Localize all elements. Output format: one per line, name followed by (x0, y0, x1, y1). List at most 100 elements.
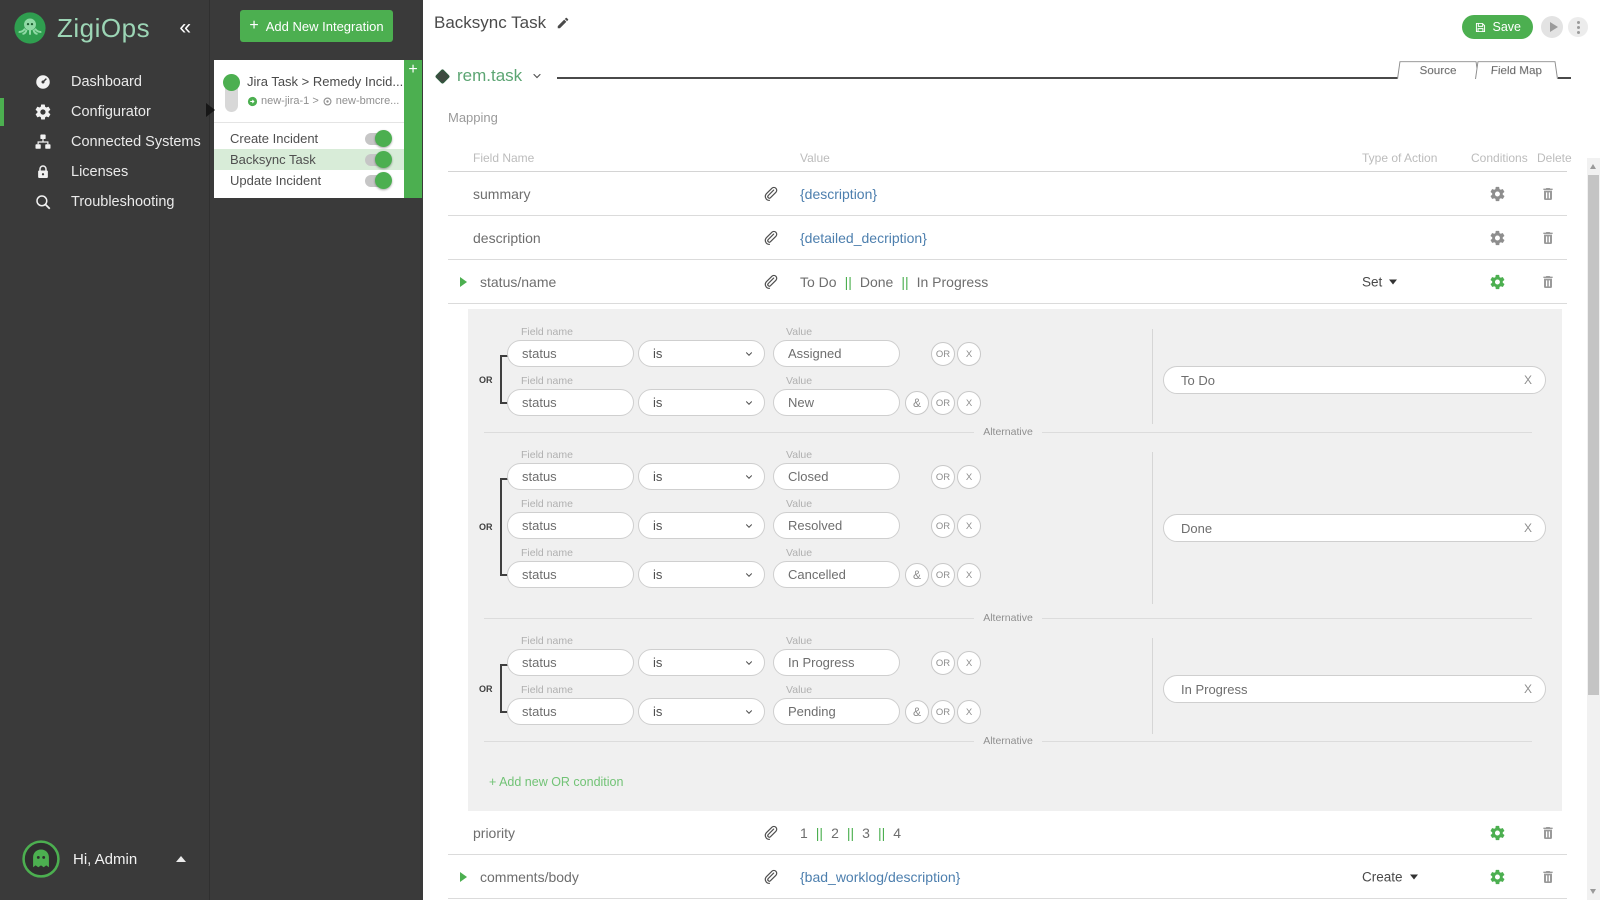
condition-field-input[interactable] (507, 389, 634, 416)
sidebar-item-dashboard[interactable]: Dashboard (0, 67, 209, 97)
condition-field-input[interactable] (507, 463, 634, 490)
integration-toggle[interactable] (225, 76, 238, 112)
toggle-create-incident[interactable] (365, 133, 390, 145)
or-button[interactable]: OR (931, 465, 955, 489)
condition-value-input[interactable] (773, 561, 900, 588)
delete-trash-icon[interactable] (1540, 274, 1556, 290)
result-value-pill[interactable]: Done X (1163, 514, 1546, 542)
and-button[interactable]: & (905, 563, 929, 587)
user-menu[interactable]: Hi, Admin (22, 840, 186, 878)
delete-trash-icon[interactable] (1540, 869, 1556, 885)
delete-trash-icon[interactable] (1540, 825, 1556, 841)
operator-select[interactable]: is (638, 512, 765, 539)
scrollbar-thumb[interactable] (1588, 175, 1599, 695)
condition-value-input[interactable] (773, 340, 900, 367)
type-of-action-dropdown[interactable]: Set (1362, 274, 1397, 289)
operator-select[interactable]: is (638, 389, 765, 416)
remove-rule-button[interactable]: X (957, 651, 981, 675)
value-label: Value (786, 375, 812, 387)
add-or-condition-link[interactable]: + Add new OR condition (489, 775, 623, 789)
chevron-up-icon[interactable] (176, 856, 186, 862)
condition-field-input[interactable] (507, 340, 634, 367)
integration-card[interactable]: Jira Task > Remedy Incid... new-jira-1 >… (214, 60, 422, 198)
remove-rule-button[interactable]: X (957, 465, 981, 489)
conditions-gear-icon[interactable] (1489, 229, 1506, 246)
operator-select[interactable]: is (638, 561, 765, 588)
remove-result-button[interactable]: X (1524, 521, 1532, 535)
action-item-update-incident[interactable]: Update Incident (214, 170, 422, 191)
and-button[interactable]: & (905, 700, 929, 724)
save-button[interactable]: Save (1462, 15, 1534, 39)
panel-collapse-arrow-icon[interactable] (206, 103, 215, 117)
condition-field-input[interactable] (507, 561, 634, 588)
card-add-strip[interactable]: + (404, 60, 422, 198)
sidebar-item-connected-systems[interactable]: Connected Systems (0, 127, 209, 157)
condition-value-input[interactable] (773, 512, 900, 539)
mapped-value-link[interactable]: {description} (800, 186, 877, 202)
condition-value-input[interactable] (773, 649, 900, 676)
or-button[interactable]: OR (931, 700, 955, 724)
delete-trash-icon[interactable] (1540, 230, 1556, 246)
or-button[interactable]: OR (931, 563, 955, 587)
condition-field-input[interactable] (507, 512, 634, 539)
action-item-backsync-task[interactable]: Backsync Task (214, 149, 422, 170)
delete-trash-icon[interactable] (1540, 186, 1556, 202)
condition-field-input[interactable] (507, 649, 634, 676)
condition-value-input[interactable] (773, 698, 900, 725)
paperclip-icon[interactable] (762, 229, 779, 246)
table-header: Field Name Value Type of Action Conditio… (448, 148, 1567, 172)
remove-rule-button[interactable]: X (957, 391, 981, 415)
expand-arrow-icon[interactable] (460, 277, 467, 287)
operator-select[interactable]: is (638, 698, 765, 725)
tab-source[interactable]: Source (1397, 61, 1479, 79)
mapped-value-link[interactable]: {bad_worklog/description} (800, 869, 960, 885)
result-value-pill[interactable]: To Do X (1163, 366, 1546, 394)
entity-selector[interactable]: rem.task (437, 63, 543, 89)
action-item-create-incident[interactable]: Create Incident (214, 128, 422, 149)
sidebar-item-troubleshooting[interactable]: Troubleshooting (0, 187, 209, 217)
paperclip-icon[interactable] (762, 868, 779, 885)
add-new-integration-button[interactable]: + Add New Integration (240, 10, 393, 42)
remove-rule-button[interactable]: X (957, 514, 981, 538)
paperclip-icon[interactable] (762, 824, 779, 841)
condition-value-input[interactable] (773, 463, 900, 490)
and-button[interactable]: & (905, 391, 929, 415)
type-of-action-dropdown[interactable]: Create (1362, 869, 1418, 884)
operator-select[interactable]: is (638, 340, 765, 367)
conditions-gear-icon[interactable] (1489, 273, 1506, 290)
or-button[interactable]: OR (931, 391, 955, 415)
condition-value-input[interactable] (773, 389, 900, 416)
conditions-gear-icon[interactable] (1489, 185, 1506, 202)
scroll-down-icon[interactable] (1590, 889, 1596, 894)
chevron-down-icon[interactable] (531, 70, 543, 82)
result-value-pill[interactable]: In Progress X (1163, 675, 1546, 703)
kebab-menu-button[interactable] (1568, 17, 1588, 37)
collapse-sidebar-icon[interactable]: « (179, 16, 199, 40)
mapped-value-link[interactable]: {detailed_decription} (800, 230, 927, 246)
condition-field-input[interactable] (507, 698, 634, 725)
or-button[interactable]: OR (931, 514, 955, 538)
remove-rule-button[interactable]: X (957, 342, 981, 366)
conditions-gear-icon[interactable] (1489, 824, 1506, 841)
remove-result-button[interactable]: X (1524, 373, 1532, 387)
sidebar-item-licenses[interactable]: Licenses (0, 157, 209, 187)
or-button[interactable]: OR (931, 342, 955, 366)
sidebar-item-configurator[interactable]: Configurator (0, 97, 209, 127)
paperclip-icon[interactable] (762, 273, 779, 290)
toggle-backsync-task[interactable] (365, 154, 390, 166)
edit-pencil-icon[interactable] (556, 16, 570, 30)
conditions-gear-icon[interactable] (1489, 868, 1506, 885)
remove-result-button[interactable]: X (1524, 682, 1532, 696)
remove-rule-button[interactable]: X (957, 563, 981, 587)
or-button[interactable]: OR (931, 651, 955, 675)
run-button[interactable] (1541, 16, 1563, 38)
expand-arrow-icon[interactable] (460, 872, 467, 882)
remove-rule-button[interactable]: X (957, 700, 981, 724)
toggle-update-incident[interactable] (365, 175, 390, 187)
operator-select[interactable]: is (638, 463, 765, 490)
tab-field-map[interactable]: Field Map (1475, 61, 1558, 79)
scroll-up-icon[interactable] (1590, 164, 1596, 169)
vertical-scrollbar[interactable] (1587, 158, 1600, 900)
operator-select[interactable]: is (638, 649, 765, 676)
paperclip-icon[interactable] (762, 185, 779, 202)
